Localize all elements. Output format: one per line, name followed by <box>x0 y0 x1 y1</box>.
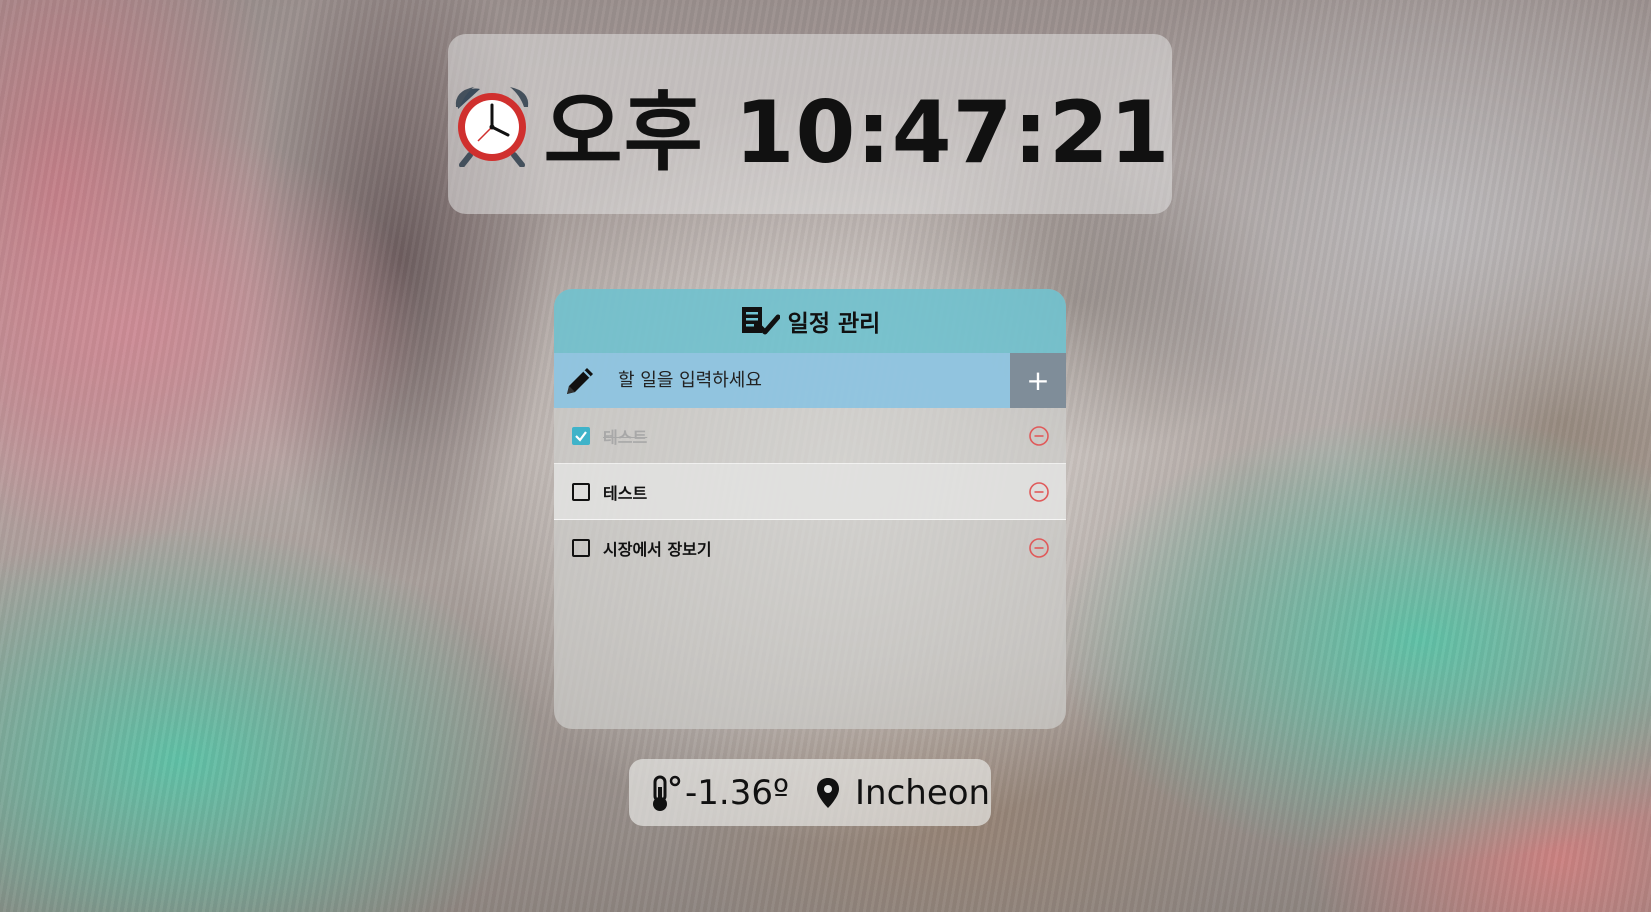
todo-title: 일정 관리 <box>787 311 881 337</box>
minus-circle-icon[interactable] <box>1028 425 1050 447</box>
thermometer-icon <box>653 775 681 811</box>
minus-circle-icon[interactable] <box>1028 537 1050 559</box>
todo-header: 일정 관리 <box>554 289 1066 353</box>
minus-circle-icon[interactable] <box>1028 481 1050 503</box>
weather-panel: -1.36º Incheon <box>629 759 991 826</box>
todo-panel: 일정 관리 + 테스트 테스트 시장에서 장보 <box>554 289 1066 729</box>
todo-input[interactable] <box>618 370 1010 391</box>
todo-checkbox[interactable] <box>572 426 590 445</box>
add-todo-button[interactable]: + <box>1010 353 1066 408</box>
todo-checkbox[interactable] <box>572 482 590 501</box>
todo-item: 테스트 <box>554 408 1066 464</box>
map-pin-icon <box>817 777 839 808</box>
checkmark-icon <box>575 430 587 442</box>
todo-item: 테스트 <box>554 464 1066 520</box>
clock-time: 오후 10:47:21 <box>543 82 1171 183</box>
checklist-icon <box>741 307 780 335</box>
todo-item: 시장에서 장보기 <box>554 520 1066 576</box>
todo-item-label: 테스트 <box>603 483 648 503</box>
temperature-value: -1.36º <box>685 772 789 813</box>
pencil-icon <box>567 367 593 394</box>
city-name: Incheon <box>855 772 991 813</box>
todo-item-label: 테스트 <box>603 427 648 447</box>
todo-item-label: 시장에서 장보기 <box>603 540 712 559</box>
clock-panel: 오후 10:47:21 <box>448 34 1172 214</box>
todo-checkbox[interactable] <box>572 539 590 557</box>
todo-input-row: + <box>554 353 1066 408</box>
todo-input-wrapper <box>554 353 1010 408</box>
alarm-clock-icon <box>455 87 528 167</box>
